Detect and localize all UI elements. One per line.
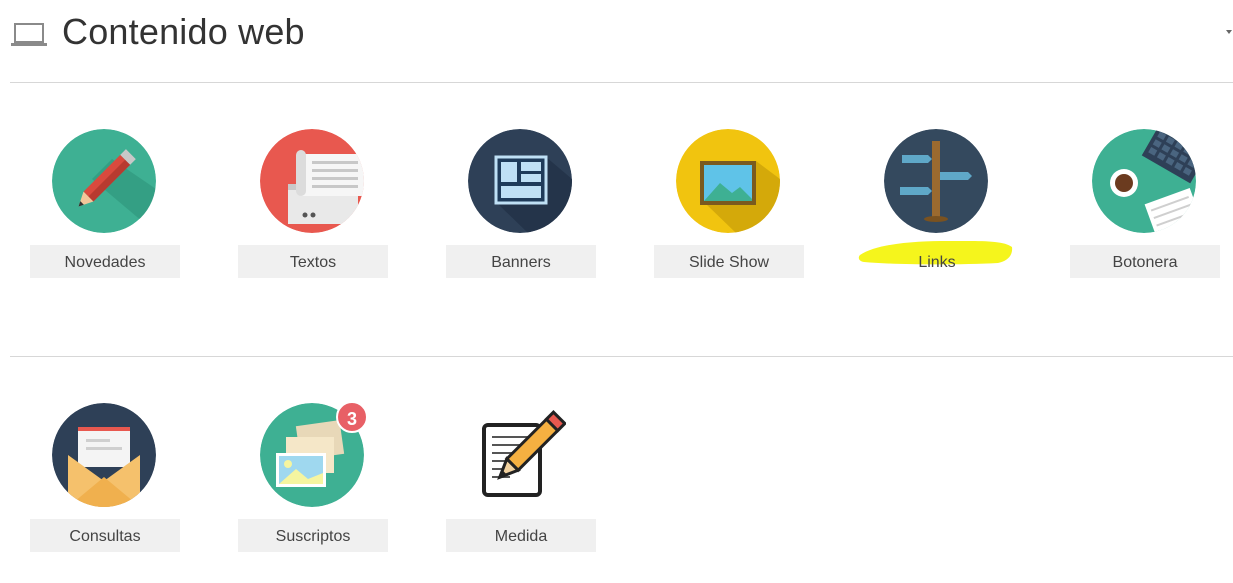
- tile-label: Botonera: [1070, 245, 1220, 278]
- picture-icon: [676, 129, 780, 233]
- divider: [10, 82, 1233, 83]
- tile-consultas[interactable]: Consultas: [30, 403, 180, 583]
- tile-label: Consultas: [30, 519, 180, 552]
- tile-label: Banners: [446, 245, 596, 278]
- edit-document-icon: [482, 410, 566, 497]
- desk-icon: [1092, 129, 1196, 233]
- page-header: Contenido web: [0, 0, 1233, 82]
- tile-label: Medida: [446, 519, 596, 552]
- laptop-icon: [11, 23, 47, 46]
- document-icon: [260, 129, 364, 233]
- tile-label: Links: [858, 240, 1013, 278]
- signpost-icon: [884, 129, 988, 233]
- tile-medida[interactable]: Medida: [446, 403, 596, 583]
- tile-links[interactable]: Links: [858, 129, 1013, 309]
- tile-suscriptos[interactable]: 3 Suscriptos: [238, 401, 388, 583]
- notification-badge: 3: [336, 401, 368, 433]
- tile-botonera[interactable]: Botonera: [1070, 129, 1220, 309]
- divider: [10, 356, 1233, 357]
- tile-textos[interactable]: Textos: [238, 129, 388, 309]
- tile-label: Novedades: [30, 245, 180, 278]
- page-title: Contenido web: [62, 11, 305, 52]
- chevron-down-icon[interactable]: [1226, 30, 1232, 34]
- tile-novedades[interactable]: Novedades: [30, 129, 180, 309]
- tile-label: Slide Show: [654, 245, 804, 278]
- tile-banners[interactable]: Banners: [446, 129, 596, 309]
- layout-icon: [468, 129, 572, 233]
- tile-label: Textos: [238, 245, 388, 278]
- pencil-icon: [52, 129, 156, 233]
- envelope-icon: [52, 403, 156, 507]
- tile-slide-show[interactable]: Slide Show: [654, 129, 804, 309]
- tile-label: Suscriptos: [238, 519, 388, 552]
